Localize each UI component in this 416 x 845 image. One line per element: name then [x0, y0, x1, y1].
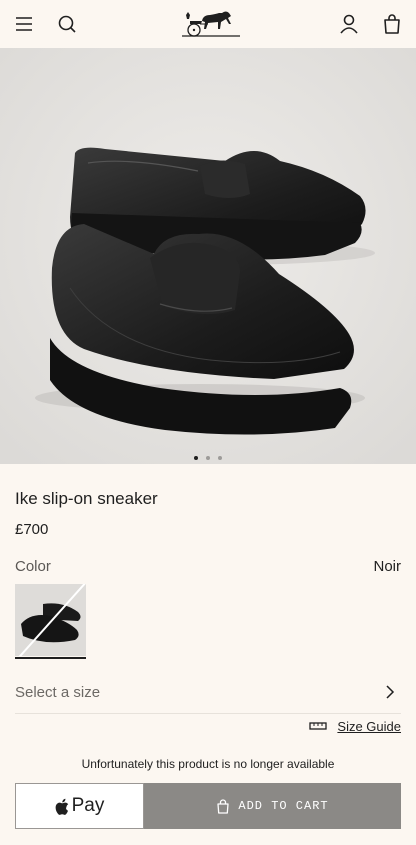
- apple-pay-label: Pay: [71, 795, 105, 816]
- apple-logo-icon: [55, 798, 68, 815]
- size-placeholder: Select a size: [15, 684, 101, 701]
- color-label: Color: [15, 558, 51, 575]
- chevron-right-icon: [386, 685, 395, 699]
- availability-message: Unfortunately this product is no longer …: [81, 757, 335, 771]
- apple-pay-button[interactable]: Pay: [15, 783, 144, 829]
- size-guide-label: Size Guide: [337, 718, 401, 734]
- swatch-selected-indicator: [15, 657, 86, 659]
- hermes-carriage-logo[interactable]: [180, 8, 242, 38]
- purchase-actions: Pay ADD TO CART: [15, 783, 401, 829]
- color-swatch-noir[interactable]: [15, 584, 86, 656]
- product-title: Ike slip-on sneaker: [15, 489, 158, 508]
- size-guide-link[interactable]: Size Guide: [309, 717, 401, 735]
- hamburger-menu-icon[interactable]: [12, 12, 36, 36]
- loafer-pair-illustration: [0, 48, 416, 464]
- product-image[interactable]: [0, 48, 416, 464]
- color-value: Noir: [373, 558, 401, 575]
- swatch-thumbnail: [15, 584, 86, 656]
- size-selector[interactable]: Select a size: [15, 674, 401, 714]
- carousel-dot[interactable]: [194, 455, 198, 460]
- carousel-dot[interactable]: [206, 455, 210, 460]
- ruler-icon: [309, 722, 328, 730]
- shopping-bag-icon[interactable]: [380, 12, 404, 36]
- top-header: [0, 0, 416, 48]
- add-to-cart-label: ADD TO CART: [238, 799, 329, 813]
- add-to-cart-button[interactable]: ADD TO CART: [144, 783, 401, 829]
- search-icon[interactable]: [55, 12, 79, 36]
- product-price: £700: [15, 521, 49, 538]
- carousel-dot[interactable]: [218, 455, 222, 460]
- shopping-bag-icon: [217, 798, 230, 814]
- image-carousel-dots: [0, 449, 416, 460]
- user-icon[interactable]: [337, 12, 361, 36]
